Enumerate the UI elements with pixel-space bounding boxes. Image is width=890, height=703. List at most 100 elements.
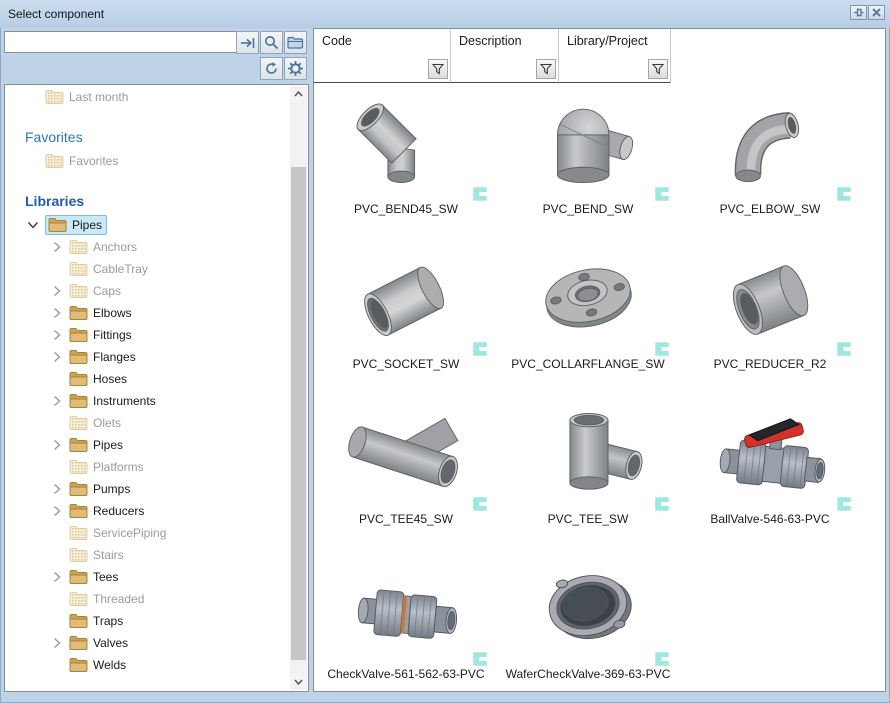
chevron-right-icon[interactable] [53,351,61,363]
tree-item-olets[interactable]: Olets [5,413,290,433]
tree-item-traps[interactable]: Traps [5,611,290,631]
tree-item-label: Pumps [93,482,130,496]
tree-section-favorites: Favorites [25,129,83,149]
tree-item-label: Welds [93,658,126,672]
magnifier-icon [264,35,279,50]
catalog-badge-icon [835,495,853,513]
chevron-down-icon[interactable] [27,221,39,229]
tree-item-elbows[interactable]: Elbows [5,303,290,323]
tree-item-valves[interactable]: Valves [5,633,290,653]
tree-item-label: Reducers [93,504,144,518]
library-filter-button[interactable] [648,59,668,79]
folder-open-icon [287,36,304,49]
component-PVC_BEND45_SW[interactable]: PVC_BEND45_SW [317,93,495,216]
chevron-right-icon[interactable] [53,483,61,495]
close-button[interactable] [868,5,885,20]
tree-item-threaded[interactable]: Threaded [5,589,290,609]
pin-button[interactable] [850,5,867,20]
chevron-right-icon[interactable] [53,395,61,407]
component-PVC_SOCKET_SW[interactable]: PVC_SOCKET_SW [317,248,495,371]
component-PVC_ELBOW_SW[interactable]: PVC_ELBOW_SW [681,93,859,216]
tree-item-stairs[interactable]: Stairs [5,545,290,565]
component-PVC_BEND_SW[interactable]: PVC_BEND_SW [499,93,677,216]
catalog-badge-icon [471,340,489,358]
component-thumbnail [331,93,481,193]
tree-item-label: Last month [69,90,128,104]
column-description: Description [451,29,559,83]
tree-item-label: Stairs [93,548,124,562]
tree-item-platforms[interactable]: Platforms [5,457,290,477]
component-code-label: PVC_REDUCER_R2 [681,357,859,371]
scroll-up-button[interactable] [290,86,307,102]
chevron-right-icon[interactable] [53,571,61,583]
chevron-right-icon[interactable] [53,285,61,297]
scroll-down-button[interactable] [290,674,307,690]
tree-item-label: Pipes [93,438,123,452]
tree-item-fittings[interactable]: Fittings [5,325,290,345]
chevron-right-icon[interactable] [53,329,61,341]
component-PVC_TEE_SW[interactable]: PVC_TEE_SW [499,403,677,526]
tree-item-welds[interactable]: Welds [5,655,290,675]
column-library-project-label: Library/Project [567,34,648,48]
chevron-right-icon[interactable] [53,505,61,517]
description-filter-input[interactable] [451,56,558,82]
refresh-button[interactable] [260,57,283,80]
tree-item-pumps[interactable]: Pumps [5,479,290,499]
tree-scrollbar[interactable] [290,86,307,690]
description-filter-button[interactable] [536,59,556,79]
search-button[interactable] [260,31,283,54]
code-filter-input[interactable] [314,56,450,82]
filter-funnel-icon [432,63,444,75]
component-code-label: PVC_ELBOW_SW [681,202,859,216]
chevron-down-icon [294,679,303,685]
component-code-label: CheckValve-561-562-63-PVC [317,667,495,681]
tree-item-instruments[interactable]: Instruments [5,391,290,411]
browse-library-button[interactable] [284,31,307,54]
filter-funnel-icon [540,63,552,75]
tree-item-favorites[interactable]: Favorites [5,151,290,171]
folder-icon [69,327,88,343]
component-BallValve-546-63-PVC[interactable]: BallValve-546-63-PVC [681,403,859,526]
tree-item-flanges[interactable]: Flanges [5,347,290,367]
component-PVC_REDUCER_R2[interactable]: PVC_REDUCER_R2 [681,248,859,371]
column-code: Code [314,29,451,83]
folder-icon [69,613,88,629]
tree-item-label: Instruments [93,394,156,408]
code-filter-button[interactable] [428,59,448,79]
tree-item-label: Hoses [93,372,127,386]
component-CheckValve-561-562-63-PVC[interactable]: CheckValve-561-562-63-PVC [317,558,495,681]
folder-icon [69,349,88,365]
tree-item-reducers[interactable]: Reducers [5,501,290,521]
scrollbar-thumb[interactable] [291,167,306,660]
search-input[interactable] [4,31,240,53]
settings-button[interactable] [284,57,307,80]
close-icon [872,8,881,17]
tree-item-hoses[interactable]: Hoses [5,369,290,389]
tree-item-last month[interactable]: Last month [5,87,290,107]
tree-item-tees[interactable]: Tees [5,567,290,587]
chevron-right-icon[interactable] [53,241,61,253]
chevron-right-icon[interactable] [53,439,61,451]
tree-item-cabletray[interactable]: CableTray [5,259,290,279]
search-submit-button[interactable] [236,31,259,54]
tree-item-anchors[interactable]: Anchors [5,237,290,257]
filter-funnel-icon [652,63,664,75]
gear-icon [288,61,303,76]
tree-item-pipes[interactable]: Pipes [5,435,290,455]
component-PVC_COLLARFLANGE_SW[interactable]: PVC_COLLARFLANGE_SW [499,248,677,371]
tree-item-label: Caps [93,284,121,298]
catalog-badge-icon [653,340,671,358]
library-filter-input[interactable] [559,56,670,82]
tree-item-pipes[interactable]: Pipes [5,215,290,235]
tree-item-caps[interactable]: Caps [5,281,290,301]
component-PVC_TEE45_SW[interactable]: PVC_TEE45_SW [317,403,495,526]
folder-icon-faded [69,415,88,431]
tree-item-label: Pipes [72,218,102,232]
tree-item-label: Elbows [93,306,132,320]
tree-section-libraries: Libraries [25,193,84,213]
column-description-label: Description [459,34,522,48]
component-WaferCheckValve-369-63-PVC[interactable]: WaferCheckValve-369-63-PVC [499,558,677,681]
chevron-right-icon[interactable] [53,307,61,319]
tree-item-servicepiping[interactable]: ServicePiping [5,523,290,543]
chevron-right-icon[interactable] [53,637,61,649]
